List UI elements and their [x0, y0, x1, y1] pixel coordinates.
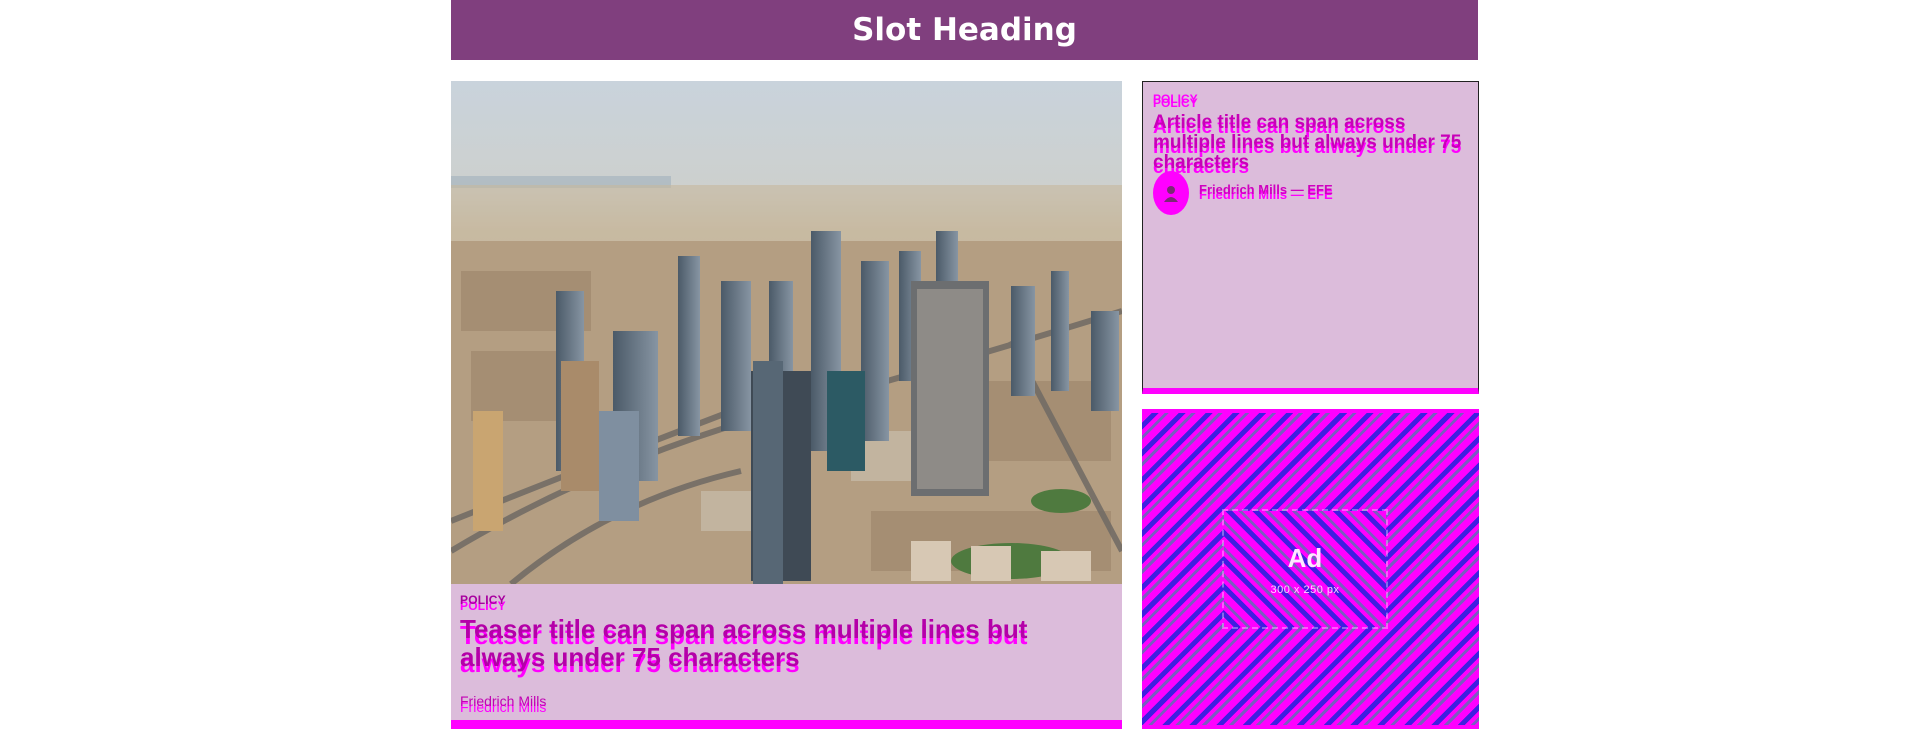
author-avatar[interactable]	[1153, 171, 1189, 215]
article-title[interactable]: Article title can span across multiple l…	[1153, 113, 1468, 178]
ad-label: Ad	[1287, 542, 1323, 573]
ad-slot[interactable]: Ad 300 x 250 px	[1142, 409, 1479, 729]
teaser-card[interactable]: POLICY POLICY Teaser title can span acro…	[451, 81, 1122, 729]
teaser-author[interactable]: Friedrich Mills Friedrich Mills	[460, 693, 1110, 717]
author-avatar-icon	[1164, 186, 1178, 202]
article-meta: Friedrich Mills — EFE Friedrich Mills — …	[1153, 171, 1468, 215]
teaser-title[interactable]: Teaser title can span across multiple li…	[460, 615, 1110, 679]
slot-heading: Slot Heading	[451, 0, 1478, 60]
ad-placeholder: Ad 300 x 250 px	[1222, 509, 1388, 629]
teaser-image[interactable]	[451, 81, 1122, 584]
teaser-body: POLICY POLICY Teaser title can span acro…	[460, 593, 1110, 717]
slot-heading-text: Slot Heading	[852, 12, 1077, 48]
ad-size-text: 300 x 250 px	[1270, 583, 1340, 596]
article-card[interactable]: POLICY POLICY Article title can span acr…	[1142, 81, 1479, 394]
teaser-category[interactable]: POLICY POLICY	[460, 593, 1110, 613]
article-body: POLICY POLICY Article title can span acr…	[1153, 92, 1468, 215]
article-category[interactable]: POLICY POLICY	[1153, 92, 1468, 110]
article-byline[interactable]: Friedrich Mills — EFE Friedrich Mills — …	[1199, 182, 1333, 204]
